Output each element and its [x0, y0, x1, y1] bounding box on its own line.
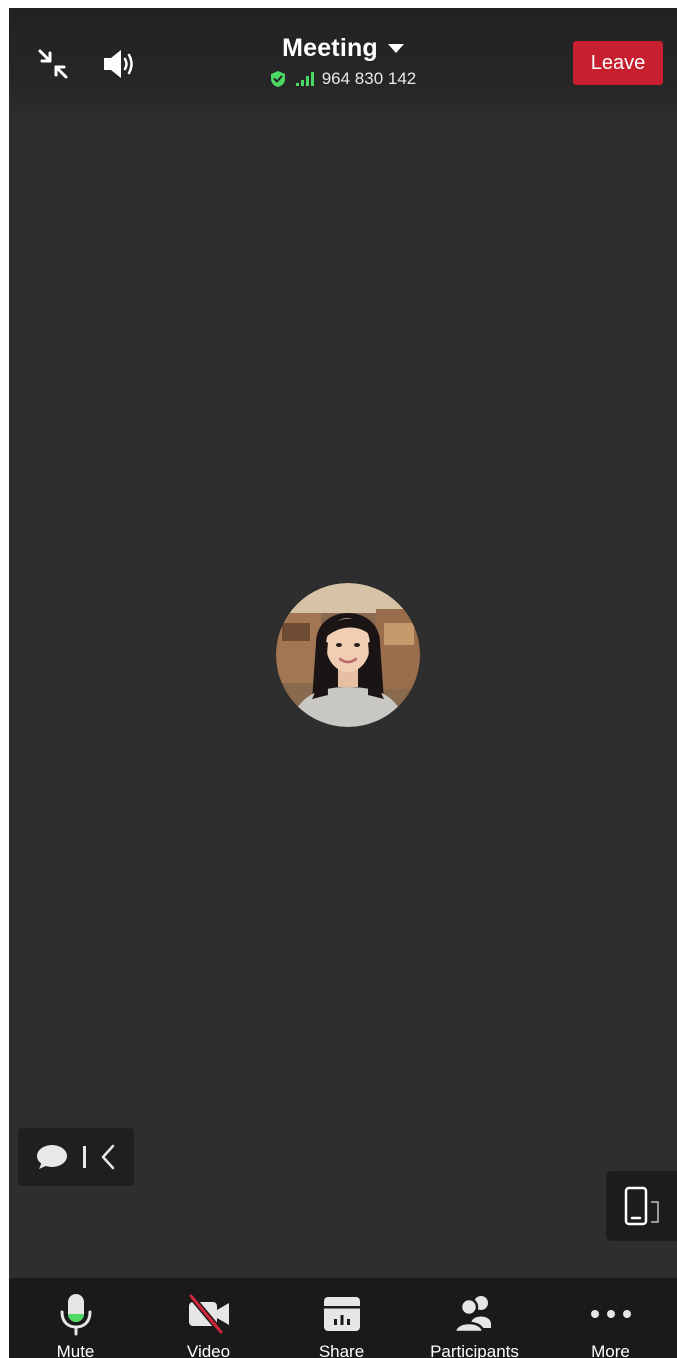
share-label: Share: [318, 1342, 365, 1358]
leave-button[interactable]: Leave: [573, 41, 663, 85]
share-screen-icon: [275, 1292, 408, 1336]
meeting-toolbar: Mute Video Share Participants More: [9, 1278, 677, 1358]
caret-down-icon: [387, 43, 404, 54]
top-bar: Meeting 964 830 142 Leave: [9, 8, 677, 113]
more-dots-icon: [544, 1292, 677, 1336]
mute-label: Mute: [56, 1342, 95, 1358]
meeting-id: 964 830 142: [321, 69, 417, 88]
chat-bubble-icon: [36, 1144, 68, 1170]
more-label: More: [591, 1342, 630, 1358]
more-button[interactable]: More: [544, 1278, 677, 1358]
meeting-title-dropdown[interactable]: Meeting: [282, 34, 404, 63]
participants-icon: [408, 1292, 541, 1336]
mute-button[interactable]: Mute: [9, 1278, 142, 1358]
meeting-title: Meeting: [282, 34, 378, 62]
shield-check-icon: [270, 70, 286, 88]
video-label: Video: [186, 1342, 231, 1358]
phone-rotate-icon[interactable]: [606, 1171, 677, 1241]
share-button[interactable]: Share: [275, 1278, 408, 1358]
chat-toggle-button[interactable]: [18, 1128, 134, 1186]
divider: [83, 1146, 86, 1168]
participant-avatar[interactable]: [276, 583, 420, 727]
video-button[interactable]: Video: [142, 1278, 275, 1358]
video-off-icon: [142, 1292, 275, 1336]
participants-button[interactable]: Participants: [408, 1278, 541, 1358]
microphone-icon: [9, 1292, 142, 1336]
signal-bars-icon: [295, 72, 316, 86]
meeting-screen: Meeting 964 830 142 Leave Mute Video Sha…: [9, 8, 677, 1358]
chevron-left-icon: [100, 1144, 116, 1170]
participants-label: Participants: [430, 1342, 519, 1358]
